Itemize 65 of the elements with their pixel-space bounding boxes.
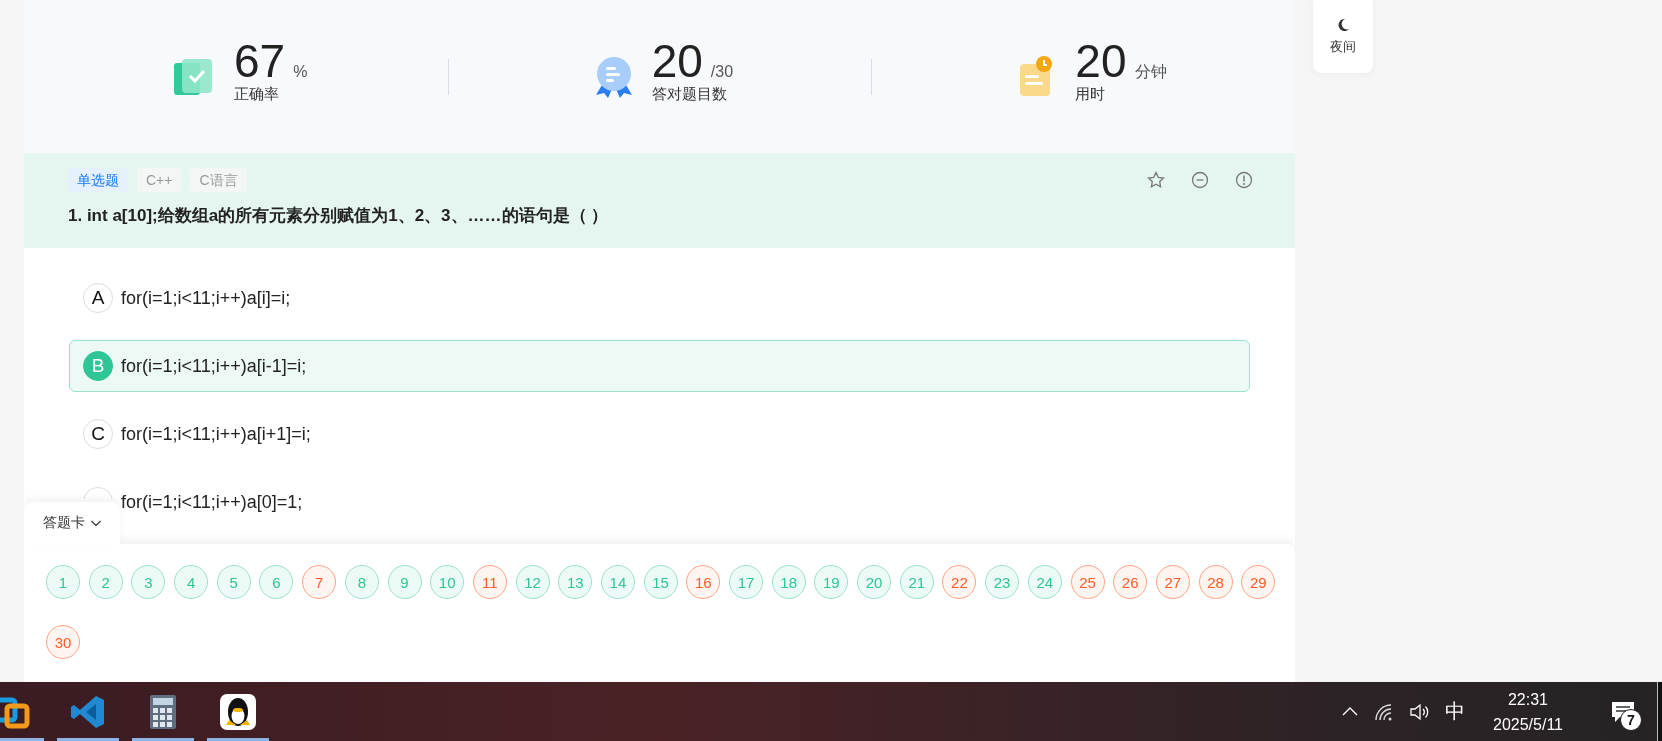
- notification-button[interactable]: 7: [1601, 689, 1645, 734]
- question-number[interactable]: 7: [302, 565, 337, 599]
- code-editor-icon: [70, 693, 106, 730]
- question-number[interactable]: 24: [1027, 565, 1062, 599]
- question-number[interactable]: 2: [88, 565, 123, 599]
- option-text[interactable]: for(i=1;i<11;i++)a[i+1]=i;: [121, 423, 311, 445]
- stat-value: 67: [234, 35, 286, 87]
- question-number[interactable]: 23: [985, 565, 1020, 599]
- bird-icon: [220, 693, 256, 730]
- stat-unit: 分钟: [1134, 62, 1167, 82]
- stat-unit: %: [293, 63, 308, 81]
- input-method[interactable]: 中: [1445, 698, 1465, 725]
- medal-icon: [593, 54, 634, 99]
- stat-label: 答对题目数: [651, 85, 728, 104]
- option-letter[interactable]: A: [83, 283, 113, 313]
- topic-tag: C++: [137, 168, 182, 192]
- question-title: 1. int a[10];给数组a的所有元素分别赋值为1、2、3、……的语句是（ ）: [68, 205, 610, 227]
- question-number[interactable]: 22: [942, 565, 977, 599]
- question-number[interactable]: 25: [1070, 565, 1105, 599]
- question-number[interactable]: 18: [771, 565, 806, 599]
- question-number[interactable]: 30: [46, 625, 80, 659]
- stat-label: 用时: [1075, 85, 1107, 104]
- stat-unit: /30: [710, 63, 734, 81]
- question-number[interactable]: 5: [216, 565, 251, 599]
- option-text[interactable]: for(i=1;i<11;i++)a[0]=1;: [121, 491, 303, 513]
- question-number[interactable]: 26: [1113, 565, 1148, 599]
- question-number[interactable]: 13: [558, 565, 593, 599]
- star-icon[interactable]: [1147, 171, 1165, 189]
- question-number[interactable]: 8: [344, 565, 379, 599]
- question-number[interactable]: 21: [899, 565, 934, 599]
- question-number[interactable]: 9: [387, 565, 422, 599]
- moon-icon: [1336, 17, 1350, 32]
- question-number[interactable]: 16: [686, 565, 721, 599]
- option-text[interactable]: for(i=1;i<11;i++)a[i-1]=i;: [121, 355, 307, 377]
- option-text[interactable]: for(i=1;i<11;i++)a[i]=i;: [121, 287, 291, 309]
- stat-value: 20: [1075, 35, 1127, 87]
- answer-card-toggle[interactable]: 答题卡: [24, 502, 120, 544]
- clock[interactable]: 22:31 2025/5/11: [1487, 685, 1569, 738]
- notification-count: 7: [1620, 708, 1642, 731]
- question-number[interactable]: 10: [430, 565, 465, 599]
- question-number[interactable]: 17: [729, 565, 763, 599]
- question-number[interactable]: 11: [472, 565, 507, 599]
- question-number[interactable]: 1: [46, 565, 80, 599]
- volume-icon[interactable]: [1409, 701, 1431, 722]
- question-number[interactable]: 4: [174, 565, 209, 599]
- minus-circle-icon[interactable]: [1191, 171, 1209, 189]
- question-number[interactable]: 27: [1155, 565, 1190, 599]
- question-number[interactable]: 29: [1241, 565, 1276, 599]
- question-number[interactable]: 14: [600, 565, 635, 599]
- info-icon[interactable]: [1235, 171, 1253, 189]
- topic-tag: C语言: [190, 168, 247, 192]
- stat-value: 20: [651, 35, 703, 87]
- option-letter[interactable]: C: [83, 419, 113, 449]
- night-mode-button[interactable]: 夜间: [1313, 0, 1373, 73]
- question-number[interactable]: 20: [857, 565, 892, 599]
- question-type-tag: 单选题: [68, 168, 128, 192]
- question-number[interactable]: 6: [259, 565, 294, 599]
- calculator-icon: [149, 693, 177, 730]
- question-number[interactable]: 12: [515, 565, 550, 599]
- question-number[interactable]: 15: [643, 565, 678, 599]
- stat-label: 正确率: [234, 85, 280, 104]
- question-number[interactable]: 28: [1198, 565, 1233, 599]
- option-letter[interactable]: B: [83, 351, 113, 381]
- question-number[interactable]: 19: [814, 565, 849, 599]
- question-number[interactable]: 3: [131, 565, 166, 599]
